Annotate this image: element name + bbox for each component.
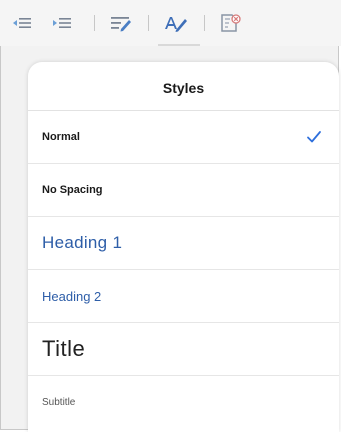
toolbar-separator (94, 15, 95, 31)
checkmark-icon (307, 131, 321, 143)
style-item-label: Subtitle (42, 397, 76, 408)
style-item-label: Heading 1 (42, 233, 123, 252)
toolbar-separator (148, 15, 149, 31)
style-item-label: No Spacing (42, 184, 103, 196)
toolbar-separator (204, 15, 205, 31)
styles-panel: Styles Normal No Spacing Heading 1 Headi… (28, 62, 339, 432)
increase-indent-icon[interactable] (50, 12, 74, 34)
decrease-indent-icon[interactable] (10, 12, 34, 34)
clear-formatting-icon[interactable] (218, 12, 244, 34)
style-item-title[interactable]: Title (28, 323, 339, 376)
paragraph-style-icon[interactable] (108, 12, 134, 34)
style-item-normal[interactable]: Normal (28, 111, 339, 164)
style-item-label: Title (42, 336, 86, 361)
text-styles-icon[interactable] (162, 12, 190, 34)
style-item-heading-2[interactable]: Heading 2 (28, 270, 339, 323)
style-item-subtitle[interactable]: Subtitle (28, 376, 339, 429)
formatting-toolbar (0, 0, 341, 46)
style-item-label: Heading 2 (42, 288, 102, 304)
style-item-no-spacing[interactable]: No Spacing (28, 164, 339, 217)
panel-title: Styles (28, 62, 339, 111)
active-tab-indicator (158, 44, 200, 46)
style-item-label: Normal (42, 131, 80, 143)
style-item-heading-1[interactable]: Heading 1 (28, 217, 339, 270)
